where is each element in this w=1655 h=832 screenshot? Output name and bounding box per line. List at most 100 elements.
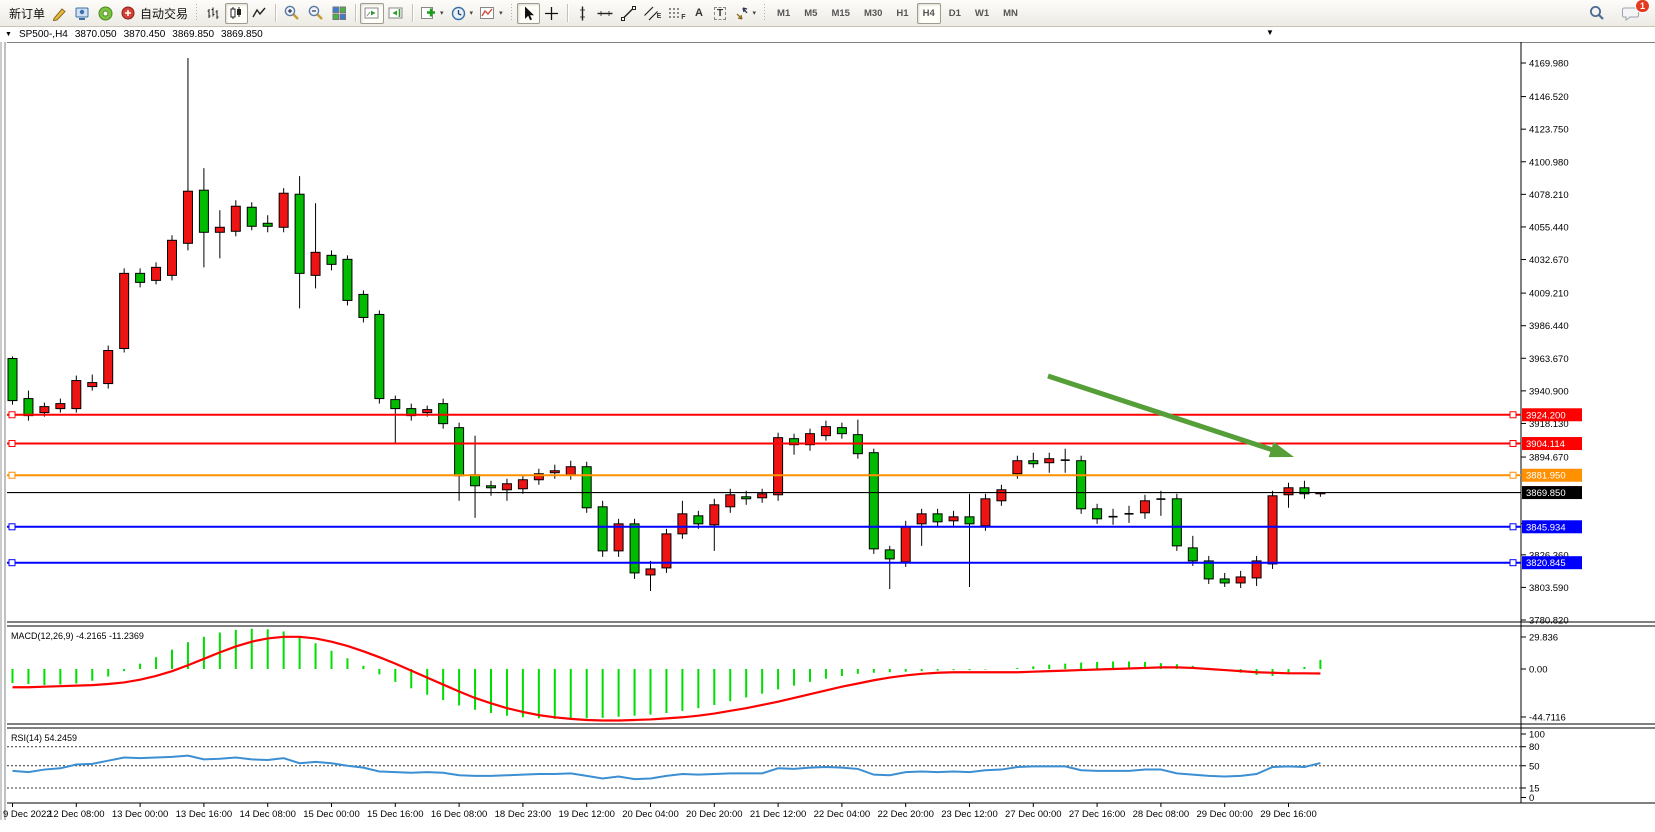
timeframe-m5-button[interactable]: M5 <box>798 3 823 24</box>
svg-text:9 Dec 2022: 9 Dec 2022 <box>3 809 52 820</box>
svg-text:3904.114: 3904.114 <box>1526 439 1565 450</box>
svg-text:100: 100 <box>1529 730 1545 741</box>
timeframe-h1-button[interactable]: H1 <box>890 3 914 24</box>
chart-shift-icon <box>387 5 405 22</box>
svg-text:3986.440: 3986.440 <box>1529 321 1569 332</box>
text-label-button[interactable]: T <box>710 3 731 24</box>
svg-text:28 Dec 08:00: 28 Dec 08:00 <box>1133 809 1190 820</box>
chart-canvas[interactable]: 4169.9804146.5204123.7504100.9804078.210… <box>0 42 1655 827</box>
timeframe-w1-button[interactable]: W1 <box>969 3 995 24</box>
rsi-pane[interactable] <box>7 747 1521 788</box>
svg-text:3881.950: 3881.950 <box>1526 471 1566 482</box>
auto-scroll-button[interactable] <box>360 3 384 24</box>
auto-trading-button[interactable]: 自动交易 <box>117 3 191 24</box>
svg-text:29 Dec 16:00: 29 Dec 16:00 <box>1260 809 1317 820</box>
svg-text:19 Dec 12:00: 19 Dec 12:00 <box>558 809 615 820</box>
rsi-label: RSI(14) 54.2459 <box>11 733 77 743</box>
line-chart-icon <box>251 5 268 22</box>
collapse-arrow-icon[interactable]: ▼ <box>5 31 12 38</box>
notifications-button[interactable]: 1 <box>1619 3 1644 24</box>
timeframe-m1-button[interactable]: M1 <box>771 3 796 24</box>
toolbar-grip <box>194 4 199 22</box>
svg-text:4169.980: 4169.980 <box>1529 59 1569 70</box>
chart-shift-marker[interactable]: ▼ <box>1266 28 1274 37</box>
ohlc-close: 3869.850 <box>221 29 263 40</box>
notification-badge: 1 <box>1635 0 1650 13</box>
new-order-button[interactable]: 新订单 <box>3 3 48 24</box>
timeframe-toolbar: M1M5M15M30H1H4D1W1MN <box>770 3 1025 24</box>
svg-text:16 Dec 08:00: 16 Dec 08:00 <box>431 809 488 820</box>
timeframe-m15-button[interactable]: M15 <box>825 3 855 24</box>
search-button[interactable] <box>1585 3 1609 24</box>
indicators-button[interactable]: ▾ <box>417 3 447 24</box>
terminal-button[interactable] <box>71 3 94 24</box>
tile-windows-button[interactable] <box>328 3 351 24</box>
time-axis[interactable]: 9 Dec 202212 Dec 08:0013 Dec 00:0013 Dec… <box>3 803 1317 820</box>
svg-text:3820.845: 3820.845 <box>1526 558 1566 569</box>
crosshair-button[interactable] <box>540 3 563 24</box>
text-label-letter: T <box>714 7 726 20</box>
crosshair-icon <box>543 5 560 22</box>
price-axis[interactable]: 4169.9804146.5204123.7504100.9804078.210… <box>1521 59 1582 805</box>
toolbar-grip <box>762 4 767 22</box>
macd-pane[interactable] <box>13 629 1321 721</box>
horizontal-line-button[interactable] <box>593 3 617 24</box>
candlestick-chart-icon <box>228 5 245 22</box>
ohlc-low: 3869.850 <box>172 29 214 40</box>
text-button[interactable]: A <box>689 3 710 24</box>
chart-header: ▼ SP500-,H4 3870.050 3870.450 3869.850 3… <box>0 27 1655 42</box>
timeframe-m30-button[interactable]: M30 <box>858 3 888 24</box>
toolbar-right: 1 <box>1585 3 1644 24</box>
signals-button[interactable] <box>94 3 117 24</box>
timeframe-mn-button[interactable]: MN <box>997 3 1024 24</box>
clock-icon <box>450 5 468 22</box>
chart-shift-button[interactable] <box>384 3 408 24</box>
svg-text:3940.900: 3940.900 <box>1529 386 1569 397</box>
timeframe-d1-button[interactable]: D1 <box>943 3 967 24</box>
svg-text:4078.210: 4078.210 <box>1529 190 1569 201</box>
svg-text:4146.520: 4146.520 <box>1529 92 1569 103</box>
svg-text:50: 50 <box>1529 761 1540 772</box>
ohlc-high: 3870.450 <box>124 29 166 40</box>
zoom-in-button[interactable] <box>280 3 304 24</box>
svg-text:27 Dec 00:00: 27 Dec 00:00 <box>1005 809 1062 820</box>
svg-text:22 Dec 20:00: 22 Dec 20:00 <box>877 809 934 820</box>
vertical-line-button[interactable] <box>572 3 593 24</box>
toolbar-grip <box>509 4 514 22</box>
template-icon <box>479 5 497 22</box>
svg-text:3869.850: 3869.850 <box>1526 488 1566 499</box>
pencil-icon <box>51 5 68 22</box>
svg-text:13 Dec 00:00: 13 Dec 00:00 <box>112 809 169 820</box>
templates-button[interactable]: ▾ <box>476 3 506 24</box>
svg-text:3924.200: 3924.200 <box>1526 410 1566 421</box>
horizontal-line-icon <box>596 5 614 22</box>
svg-text:4009.210: 4009.210 <box>1529 289 1569 300</box>
trendline-button[interactable] <box>617 3 640 24</box>
svg-text:3803.590: 3803.590 <box>1529 583 1569 594</box>
bar-chart-button[interactable] <box>202 3 225 24</box>
svg-text:3963.670: 3963.670 <box>1529 354 1569 365</box>
svg-text:4055.440: 4055.440 <box>1529 222 1569 233</box>
zoom-out-button[interactable] <box>304 3 328 24</box>
svg-text:14 Dec 08:00: 14 Dec 08:00 <box>239 809 296 820</box>
svg-text:13 Dec 16:00: 13 Dec 16:00 <box>176 809 233 820</box>
timeframe-h4-button[interactable]: H4 <box>917 3 941 24</box>
svg-text:22 Dec 04:00: 22 Dec 04:00 <box>814 809 871 820</box>
svg-text:15 Dec 16:00: 15 Dec 16:00 <box>367 809 424 820</box>
vertical-line-icon <box>575 5 590 22</box>
line-chart-button[interactable] <box>248 3 271 24</box>
fibonacci-button[interactable]: F <box>664 3 688 24</box>
price-pane[interactable] <box>7 58 1521 591</box>
arrows-button[interactable]: ▾ <box>731 3 760 24</box>
chevron-down-icon: ▾ <box>440 9 444 17</box>
svg-text:-44.7116: -44.7116 <box>1529 712 1566 723</box>
periods-button[interactable]: ▾ <box>447 3 477 24</box>
cursor-button[interactable] <box>517 3 540 24</box>
channel-button[interactable]: E <box>640 3 665 24</box>
svg-text:29 Dec 00:00: 29 Dec 00:00 <box>1196 809 1253 820</box>
bar-chart-icon <box>205 5 222 22</box>
candlestick-chart-button[interactable] <box>225 3 248 24</box>
search-icon <box>1588 4 1606 22</box>
metaeditor-button[interactable] <box>48 3 71 24</box>
arrows-icon <box>734 5 751 22</box>
